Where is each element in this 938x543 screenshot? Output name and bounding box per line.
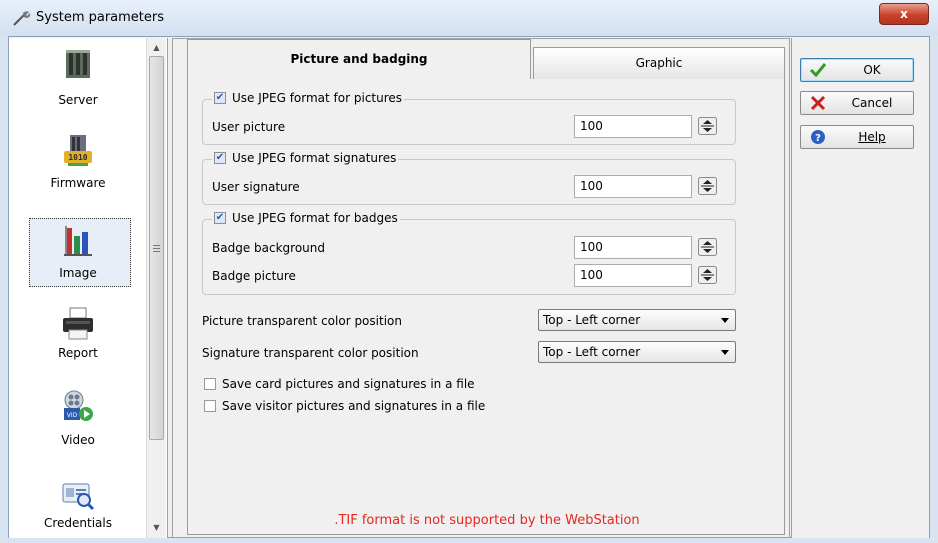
wrench-icon bbox=[13, 11, 31, 26]
title-bar[interactable]: System parameters x bbox=[0, 0, 938, 36]
system-parameters-window: System parameters x Server 1010 Firmware… bbox=[0, 0, 938, 543]
user-signature-input[interactable]: 100 bbox=[574, 175, 692, 198]
checkbox-label: Save visitor pictures and signatures in … bbox=[222, 399, 486, 413]
sidebar-item-label: Server bbox=[58, 93, 98, 107]
save-visitor-pictures-checkbox[interactable]: Save visitor pictures and signatures in … bbox=[204, 399, 485, 413]
main-panel: Picture and badging Graphic ✔ Use JPEG f… bbox=[172, 38, 790, 538]
scroll-up-arrow-icon[interactable]: ▲ bbox=[147, 40, 166, 56]
scroll-down-arrow-icon[interactable]: ▼ bbox=[147, 520, 166, 536]
badge-picture-input[interactable]: 100 bbox=[574, 264, 692, 287]
svg-text:?: ? bbox=[815, 133, 821, 144]
sidebar-item-firmware[interactable]: 1010 Firmware bbox=[9, 133, 147, 203]
sidebar-item-credentials[interactable]: Credentials bbox=[9, 478, 147, 536]
signature-transparent-color-select[interactable]: Top - Left corner bbox=[538, 341, 736, 363]
spin-updown-icon[interactable] bbox=[698, 266, 717, 284]
sidebar: Server 1010 Firmware Image Report VID Vi… bbox=[9, 38, 168, 538]
checkbox-checked-icon: ✔ bbox=[214, 152, 226, 164]
tab-graphic[interactable]: Graphic bbox=[533, 47, 785, 80]
sidebar-item-server[interactable]: Server bbox=[9, 44, 147, 114]
server-icon bbox=[66, 50, 90, 78]
signature-transparent-color-label: Signature transparent color position bbox=[202, 346, 419, 360]
svg-text:VID: VID bbox=[67, 412, 78, 419]
spin-updown-icon[interactable] bbox=[698, 238, 717, 256]
checkmark-icon bbox=[809, 63, 827, 78]
checkbox-checked-icon: ✔ bbox=[214, 212, 226, 224]
save-card-pictures-checkbox[interactable]: Save card pictures and signatures in a f… bbox=[204, 377, 475, 391]
image-chart-icon bbox=[64, 226, 92, 256]
use-jpeg-pictures-checkbox[interactable]: ✔ Use JPEG format for pictures bbox=[212, 91, 405, 105]
checkbox-label: Use JPEG format for pictures bbox=[232, 91, 403, 105]
user-picture-label: User picture bbox=[212, 120, 286, 134]
help-label: Help bbox=[858, 130, 886, 144]
picture-transparent-color-label: Picture transparent color position bbox=[202, 314, 402, 328]
checkbox-unchecked-icon bbox=[204, 378, 216, 390]
sidebar-item-label: Credentials bbox=[43, 516, 112, 530]
use-jpeg-signatures-checkbox[interactable]: ✔ Use JPEG format signatures bbox=[212, 151, 399, 165]
checkbox-label: Use JPEG format for badges bbox=[232, 211, 398, 225]
action-buttons-panel: OK Cancel ? Help bbox=[791, 38, 929, 538]
sidebar-item-report[interactable]: Report bbox=[9, 306, 147, 366]
printer-icon bbox=[63, 307, 93, 340]
badge-background-label: Badge background bbox=[212, 241, 325, 255]
tab-content: ✔ Use JPEG format for pictures User pict… bbox=[187, 79, 785, 535]
chevron-down-icon bbox=[721, 350, 729, 355]
select-value: Top - Left corner bbox=[543, 345, 641, 359]
picture-transparent-color-select[interactable]: Top - Left corner bbox=[538, 309, 736, 331]
chevron-down-icon bbox=[721, 318, 729, 323]
close-x-icon bbox=[810, 95, 826, 111]
checkbox-label: Use JPEG format signatures bbox=[232, 151, 397, 165]
select-value: Top - Left corner bbox=[543, 313, 641, 327]
checkbox-unchecked-icon bbox=[204, 400, 216, 412]
help-button[interactable]: ? Help bbox=[800, 125, 914, 149]
spin-updown-icon[interactable] bbox=[698, 117, 717, 135]
window-title: System parameters bbox=[36, 10, 165, 25]
sidebar-item-video[interactable]: VID Video bbox=[9, 388, 147, 454]
help-icon: ? bbox=[811, 130, 825, 144]
checkbox-checked-icon: ✔ bbox=[214, 92, 226, 104]
ok-label: OK bbox=[863, 63, 881, 77]
sidebar-item-label: Video bbox=[61, 433, 95, 447]
sidebar-item-image[interactable]: Image bbox=[9, 220, 147, 286]
sidebar-scrollbar[interactable]: ▲ ▼ bbox=[146, 38, 166, 538]
badge-background-input[interactable]: 100 bbox=[574, 236, 692, 259]
svg-text:1010: 1010 bbox=[68, 153, 87, 162]
tab-picture-and-badging[interactable]: Picture and badging bbox=[187, 39, 531, 80]
spin-updown-icon[interactable] bbox=[698, 177, 717, 195]
sidebar-item-label: Image bbox=[59, 266, 97, 280]
scrollbar-thumb[interactable] bbox=[149, 56, 164, 440]
cancel-button[interactable]: Cancel bbox=[800, 91, 914, 115]
video-icon: VID bbox=[64, 390, 93, 421]
sidebar-item-label: Firmware bbox=[50, 176, 106, 190]
user-signature-label: User signature bbox=[212, 180, 300, 194]
sidebar-item-label: Report bbox=[58, 346, 98, 360]
firmware-icon: 1010 bbox=[64, 135, 92, 166]
credentials-icon bbox=[62, 483, 95, 511]
close-button[interactable]: x bbox=[879, 3, 929, 25]
user-picture-input[interactable]: 100 bbox=[574, 115, 692, 138]
tif-warning-text: .TIF format is not supported by the WebS… bbox=[334, 513, 640, 528]
ok-button[interactable]: OK bbox=[800, 58, 914, 82]
use-jpeg-badges-checkbox[interactable]: ✔ Use JPEG format for badges bbox=[212, 211, 400, 225]
badge-picture-label: Badge picture bbox=[212, 269, 296, 283]
checkbox-label: Save card pictures and signatures in a f… bbox=[222, 377, 475, 391]
cancel-label: Cancel bbox=[851, 96, 893, 110]
